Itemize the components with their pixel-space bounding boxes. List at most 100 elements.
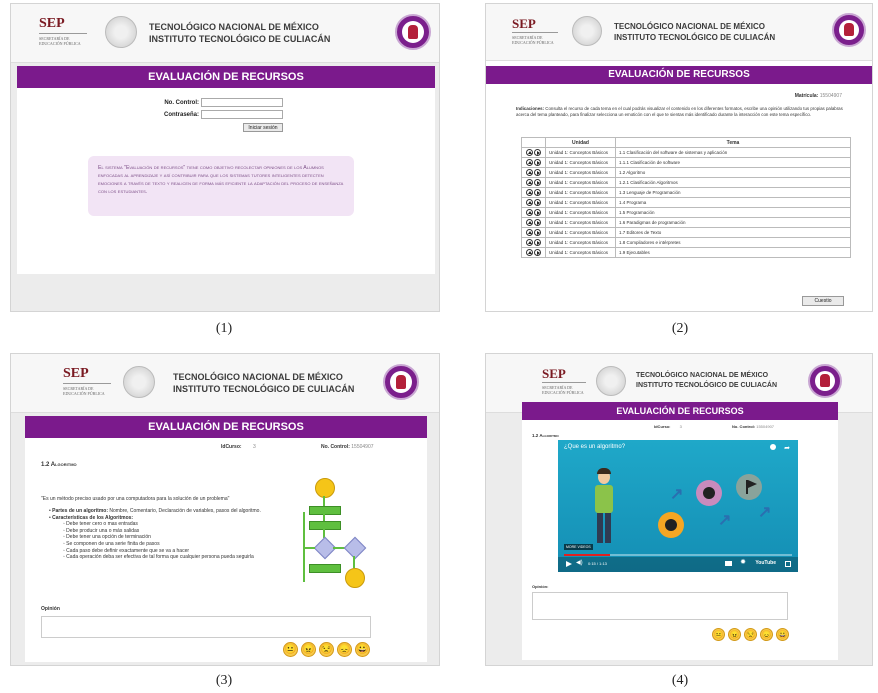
login-button[interactable]: Iniciar sesión (243, 123, 283, 132)
play-icon[interactable] (534, 189, 542, 196)
settings-icon[interactable]: ✹ (740, 558, 746, 566)
flag-icon (736, 474, 762, 500)
emoticon-icon[interactable]: 😞 (760, 628, 773, 641)
emoticon-icon[interactable]: 😀 (776, 628, 789, 641)
characteristic-text: Debe tener cero o mas entradas (66, 521, 138, 528)
itc-logo-icon (395, 14, 431, 50)
tema-cell[interactable]: 1.2 Algoritmo (615, 167, 851, 178)
emoticon-icon[interactable]: 😒 (744, 628, 757, 641)
resource-row: Unidad 1: Conceptos Básicos 1.5 Programac… (521, 207, 851, 218)
tema-cell[interactable]: 1.6 Paradigmas de programación (615, 217, 851, 228)
tema-cell[interactable]: 1.5 Programación (615, 207, 851, 218)
opinion-label: Opinión: (532, 584, 549, 589)
volume-icon[interactable]: ◀) (576, 559, 583, 566)
idcurso-label: IdCurso: (654, 424, 671, 429)
share-icon[interactable]: ➦ (784, 444, 790, 452)
institute-name-1: TECNOLÓGICO NACIONAL DE MÉXICO (149, 22, 319, 32)
youtube-logo[interactable]: YouTube (755, 560, 776, 566)
tema-cell[interactable]: 1.7 Editores de Texto (615, 227, 851, 238)
matricula-label-text: Matrícula: (794, 93, 819, 99)
gear-icon (696, 480, 722, 506)
fullscreen-icon[interactable] (785, 561, 791, 567)
tema-cell[interactable]: 1.9 Ejecutables (615, 247, 851, 258)
unidad-cell: Unidad 1: Conceptos Básicos (545, 207, 616, 218)
upload-icon[interactable] (525, 219, 533, 226)
upload-icon[interactable] (525, 149, 533, 156)
characteristic-item: ◦ Cada operación deba ser efectiva de ta… (63, 554, 254, 561)
upload-icon[interactable] (525, 239, 533, 246)
password-label: Contraseña: (163, 112, 199, 118)
sep-divider (542, 382, 586, 383)
banner-title: EVALUACIÓN DE RECURSOS (486, 66, 872, 84)
play-icon[interactable] (566, 561, 572, 567)
questionnaire-button[interactable]: Cuestio (802, 296, 844, 306)
upload-icon[interactable] (525, 249, 533, 256)
topic-quote: "Es un método preciso usado por una comp… (41, 496, 230, 502)
indications: Indicaciones: Consulta el recurso de cad… (516, 106, 851, 119)
video-player[interactable]: ¿Que es un algoritmo? ➦ ↗ ↗ ↗ MORE VIDEO… (558, 440, 798, 572)
characteristic-text: Cada paso debe definir exactamente que s… (66, 547, 190, 554)
tema-cell[interactable]: 1.1.1 Clasificación de software (615, 157, 851, 168)
characteristic-item: ◦ Debe producir una o más salidas (63, 527, 140, 534)
play-icon[interactable] (534, 209, 542, 216)
upload-icon[interactable] (525, 229, 533, 236)
mexico-seal-icon (572, 16, 602, 46)
tema-cell[interactable]: 1.3 Lenguaje de Programación (615, 187, 851, 198)
tema-cell[interactable]: 1.4 Programa (615, 197, 851, 208)
banner-title: EVALUACIÓN DE RECURSOS (17, 66, 435, 88)
play-icon[interactable] (534, 199, 542, 206)
upload-icon[interactable] (525, 209, 533, 216)
parts-label: Partes de un algoritmo: (52, 508, 108, 514)
topic-title: 1.2 Algoritmo (41, 462, 77, 468)
play-icon[interactable] (534, 169, 542, 176)
password-input[interactable] (201, 110, 283, 119)
sep-subtitle: SECRETARÍA DE EDUCACIÓN PÚBLICA (63, 386, 105, 396)
idcurso: IdCurso: 3 (221, 444, 256, 450)
control-input[interactable] (201, 98, 283, 107)
play-icon[interactable] (534, 149, 542, 156)
video-time: 0:15 / 1:13 (588, 561, 607, 566)
emoticon-icon[interactable]: 😐 (712, 628, 725, 641)
upload-icon[interactable] (525, 189, 533, 196)
emoticon-icon[interactable]: 😞 (337, 642, 352, 657)
upload-icon[interactable] (525, 199, 533, 206)
control-label: No. Control: (321, 444, 350, 450)
emoticon-icon[interactable]: 😒 (319, 642, 334, 657)
arrow-icon: ↗ (670, 486, 684, 503)
characteristic-item: ◦ Se componen de una serie finita de pas… (63, 540, 160, 547)
opinion-input[interactable] (532, 592, 788, 620)
upload-icon[interactable] (525, 179, 533, 186)
clock-icon[interactable] (770, 444, 776, 450)
itc-logo-icon (383, 364, 419, 400)
panel-topic: SEP SECRETARÍA DE EDUCACIÓN PÚBLICA TECN… (10, 353, 440, 666)
emoticon-icon[interactable]: 😠 (301, 642, 316, 657)
unidad-cell: Unidad 1: Conceptos Básicos (545, 197, 616, 208)
play-icon[interactable] (534, 159, 542, 166)
institute-name-1: TECNOLÓGICO NACIONAL DE MÉXICO (636, 372, 769, 379)
play-icon[interactable] (534, 229, 542, 236)
resource-row: Unidad 1: Conceptos Básicos 1.2.1 Clasifi… (521, 177, 851, 188)
captions-icon[interactable] (725, 561, 732, 566)
resource-row: Unidad 1: Conceptos Básicos 1.1.1 Clasifi… (521, 157, 851, 168)
emoticon-icon[interactable]: 😠 (728, 628, 741, 641)
resource-row: Unidad 1: Conceptos Básicos 1.1 Clasifica… (521, 147, 851, 158)
progress-bar[interactable] (564, 554, 792, 556)
itc-logo-icon (832, 13, 866, 47)
mexico-seal-icon (596, 366, 626, 396)
unidad-cell: Unidad 1: Conceptos Básicos (545, 237, 616, 248)
sep-logo: SEP (39, 16, 65, 31)
play-icon[interactable] (534, 249, 542, 256)
upload-icon[interactable] (525, 159, 533, 166)
opinion-input[interactable] (41, 616, 371, 638)
tema-cell[interactable]: 1.8 Compiladores e intérpretes (615, 237, 851, 248)
emoticon-icon[interactable]: 😐 (283, 642, 298, 657)
chars-list: ◦ Debe tener cero o mas entradas ◦ Debe p… (49, 521, 279, 561)
play-icon[interactable] (534, 179, 542, 186)
upload-icon[interactable] (525, 169, 533, 176)
emoticon-icon[interactable]: 😀 (355, 642, 370, 657)
play-icon[interactable] (534, 219, 542, 226)
tema-cell[interactable]: 1.2.1 Clasificación Algoritmos (615, 177, 851, 188)
tema-cell[interactable]: 1.1 Clasificación del software de sistem… (615, 147, 851, 158)
more-videos-button[interactable]: MORE VIDEOS (564, 544, 593, 550)
play-icon[interactable] (534, 239, 542, 246)
